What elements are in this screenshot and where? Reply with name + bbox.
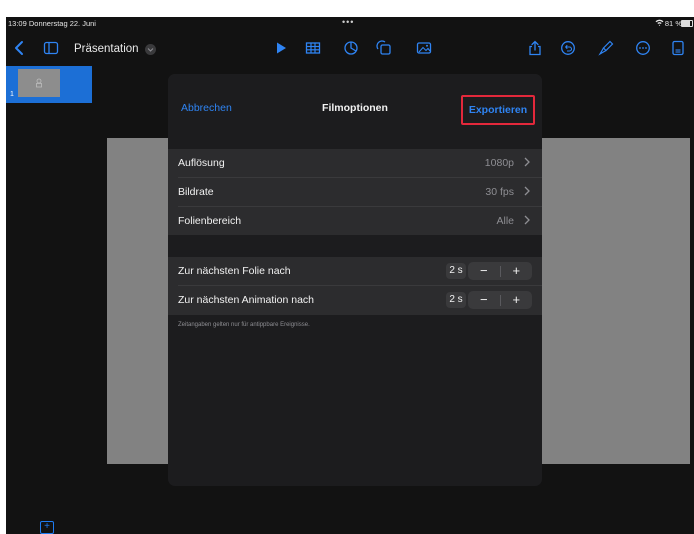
- next-slide-timing-row: Zur nächsten Folie nach 2 s − +: [168, 257, 542, 285]
- next-slide-stepper: − +: [468, 262, 532, 280]
- sidebar-toggle-icon[interactable]: [43, 40, 59, 56]
- slide-thumbnail-selected[interactable]: 1: [6, 66, 92, 103]
- increment-button[interactable]: +: [501, 262, 533, 280]
- slide-range-value: Alle: [496, 215, 514, 227]
- sheet-header: Abbrechen Filmoptionen Exportieren: [168, 74, 542, 130]
- slide-number: 1: [10, 91, 14, 98]
- next-animation-label: Zur nächsten Animation nach: [178, 294, 314, 306]
- movie-options-sheet: Abbrechen Filmoptionen Exportieren Auflö…: [168, 74, 542, 486]
- status-bar: 13:09 Donnerstag 22. Juni ••• 81 %: [6, 17, 694, 30]
- wifi-icon: [655, 19, 664, 28]
- media-icon[interactable]: [416, 40, 432, 56]
- undo-icon[interactable]: [560, 40, 576, 56]
- resolution-label: Auflösung: [178, 157, 225, 169]
- shapes-icon[interactable]: [376, 40, 392, 56]
- format-brush-icon[interactable]: [598, 40, 614, 56]
- export-button-label: Exportieren: [468, 104, 528, 116]
- export-button[interactable]: Exportieren: [461, 95, 535, 125]
- battery-percent: 81 %: [664, 19, 682, 28]
- increment-button[interactable]: +: [501, 291, 533, 309]
- chevron-right-icon: [524, 157, 530, 167]
- toolbar: Präsentation: [6, 30, 694, 66]
- document-title[interactable]: Präsentation: [74, 43, 139, 55]
- status-time: 13:09 Donnerstag 22. Juni: [8, 19, 96, 28]
- next-animation-stepper: − +: [468, 291, 532, 309]
- frame-rate-row[interactable]: Bildrate 30 fps: [168, 178, 542, 206]
- slide-navigator: 1 +: [6, 66, 92, 534]
- back-chevron-icon[interactable]: [12, 40, 28, 56]
- app-screen: 13:09 Donnerstag 22. Juni ••• 81 % Präse…: [6, 17, 694, 534]
- next-animation-timing-row: Zur nächsten Animation nach 2 s − +: [168, 286, 542, 314]
- chevron-right-icon: [524, 215, 530, 225]
- frame-rate-value: 30 fps: [485, 186, 514, 198]
- timing-footnote: Zeitangaben gelten nur für antippbare Er…: [178, 322, 310, 328]
- table-icon[interactable]: [305, 40, 321, 56]
- play-icon[interactable]: [273, 40, 289, 56]
- slide-range-row[interactable]: Folienbereich Alle: [168, 207, 542, 235]
- placeholder-icon: [36, 78, 42, 88]
- multitasking-dots[interactable]: •••: [342, 17, 354, 27]
- slide-thumbnail[interactable]: [18, 69, 60, 97]
- next-slide-value: 2 s: [446, 263, 466, 279]
- title-chevron-down-icon[interactable]: [145, 44, 156, 55]
- decrement-button[interactable]: −: [468, 291, 500, 309]
- next-animation-value: 2 s: [446, 292, 466, 308]
- export-settings-group: Auflösung 1080p Bildrate 30 fps Folienbe…: [168, 149, 542, 235]
- resolution-row[interactable]: Auflösung 1080p: [168, 149, 542, 177]
- chart-icon[interactable]: [343, 40, 359, 56]
- resolution-value: 1080p: [484, 157, 514, 169]
- next-slide-label: Zur nächsten Folie nach: [178, 265, 291, 277]
- slide-range-label: Folienbereich: [178, 215, 242, 227]
- chevron-right-icon: [524, 186, 530, 196]
- more-icon[interactable]: [635, 40, 651, 56]
- frame-rate-label: Bildrate: [178, 186, 214, 198]
- battery-icon: [681, 20, 693, 27]
- share-icon[interactable]: [527, 40, 543, 56]
- add-slide-button[interactable]: +: [40, 521, 54, 534]
- document-icon[interactable]: [670, 40, 686, 56]
- decrement-button[interactable]: −: [468, 262, 500, 280]
- timing-group: Zur nächsten Folie nach 2 s − + Zur näch…: [168, 257, 542, 315]
